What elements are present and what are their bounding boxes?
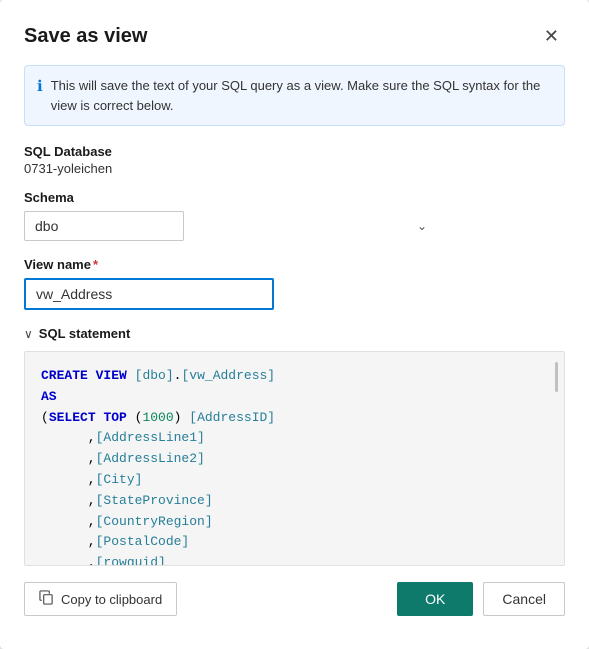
- sql-database-value: 0731-yoleichen: [24, 161, 565, 176]
- copy-to-clipboard-button[interactable]: Copy to clipboard: [24, 582, 177, 616]
- save-as-view-dialog: Save as view ✕ ℹ This will save the text…: [0, 0, 589, 649]
- schema-label: Schema: [24, 190, 565, 205]
- chevron-down-icon: ⌄: [417, 219, 427, 233]
- sql-line-6: ,[City]: [41, 470, 548, 491]
- sql-code-area[interactable]: CREATE VIEW [dbo].[vw_Address] AS (SELEC…: [24, 351, 565, 566]
- dialog-title: Save as view: [24, 25, 147, 48]
- sql-line-4: ,[AddressLine1]: [41, 428, 548, 449]
- sql-line-8: ,[CountryRegion]: [41, 512, 548, 533]
- info-icon: ℹ: [37, 77, 43, 95]
- sql-line-7: ,[StateProvince]: [41, 491, 548, 512]
- view-name-input[interactable]: [24, 278, 274, 310]
- action-buttons: OK Cancel: [397, 582, 565, 616]
- close-button[interactable]: ✕: [538, 24, 565, 49]
- ok-button[interactable]: OK: [397, 582, 473, 616]
- footer-row: Copy to clipboard OK Cancel: [24, 582, 565, 616]
- sql-line-10: ,[rowguid]: [41, 553, 548, 566]
- info-text: This will save the text of your SQL quer…: [51, 76, 552, 115]
- cancel-button[interactable]: Cancel: [483, 582, 565, 616]
- copy-icon: [39, 590, 54, 608]
- chevron-icon: ∨: [24, 327, 33, 341]
- view-name-label: View name*: [24, 257, 565, 272]
- schema-select-wrapper: dbo sys INFORMATION_SCHEMA ⌄: [24, 211, 565, 241]
- info-banner: ℹ This will save the text of your SQL qu…: [24, 65, 565, 126]
- schema-select[interactable]: dbo sys INFORMATION_SCHEMA: [24, 211, 184, 241]
- dialog-header: Save as view ✕: [24, 24, 565, 49]
- sql-line-9: ,[PostalCode]: [41, 532, 548, 553]
- scroll-indicator: [555, 362, 558, 392]
- sql-database-label: SQL Database: [24, 144, 565, 159]
- sql-line-2: AS: [41, 387, 548, 408]
- sql-section-label: SQL statement: [39, 326, 131, 341]
- sql-section-header[interactable]: ∨ SQL statement: [24, 326, 565, 341]
- copy-button-label: Copy to clipboard: [61, 592, 162, 607]
- sql-line-1: CREATE VIEW [dbo].[vw_Address]: [41, 366, 548, 387]
- sql-line-5: ,[AddressLine2]: [41, 449, 548, 470]
- required-indicator: *: [93, 257, 98, 272]
- sql-line-3: (SELECT TOP (1000) [AddressID]: [41, 408, 548, 429]
